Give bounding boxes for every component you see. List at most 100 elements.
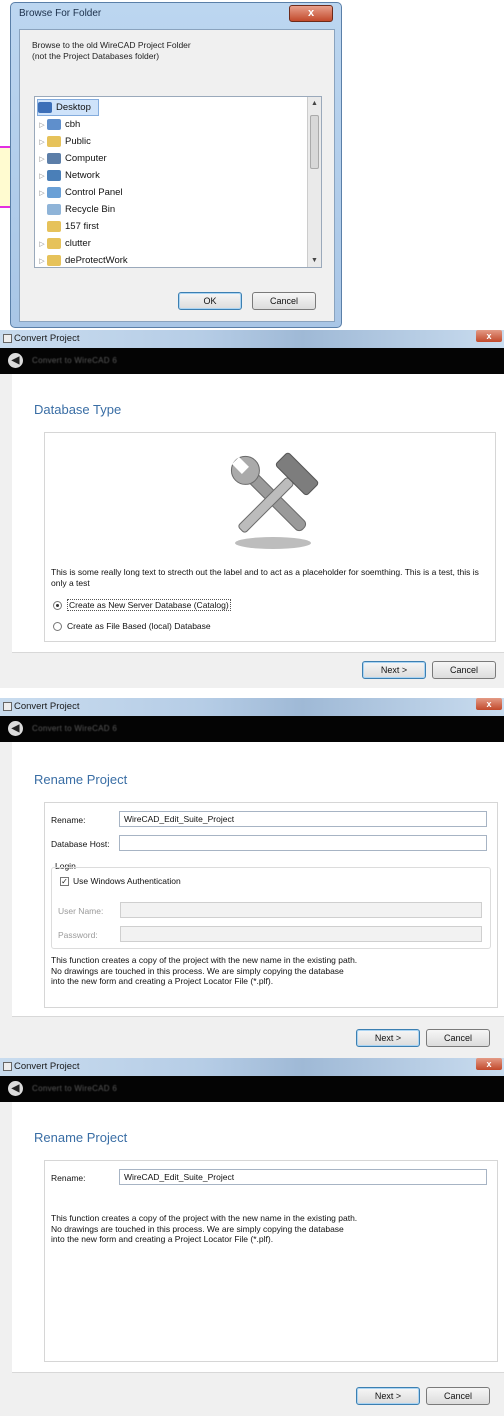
database-host-label: Database Host: bbox=[51, 839, 110, 849]
expand-arrow-icon[interactable]: ▷ bbox=[37, 189, 47, 197]
expand-arrow-icon[interactable]: ▷ bbox=[37, 138, 47, 146]
rename-input[interactable]: WireCAD_Edit_Suite_Project bbox=[119, 1169, 487, 1185]
window-title: Convert Project bbox=[14, 1061, 80, 1072]
tree-item-label: Recycle Bin bbox=[65, 204, 116, 215]
windows-auth-checkbox[interactable]: ✓ Use Windows Authentication bbox=[60, 876, 181, 886]
info-text: This function creates a copy of the proj… bbox=[51, 1213, 491, 1245]
login-groupbox: ✓ Use Windows Authentication User Name: … bbox=[51, 867, 491, 949]
convert-project-window-rename-login: Convert Project x ◀ Convert to WireCAD 6… bbox=[0, 698, 504, 1058]
back-arrow-icon[interactable]: ◀ bbox=[8, 1081, 23, 1096]
content-panel: Rename: WireCAD_Edit_Suite_Project Datab… bbox=[44, 802, 498, 1008]
info-text: This function creates a copy of the proj… bbox=[51, 955, 491, 987]
cancel-button[interactable]: Cancel bbox=[432, 661, 496, 679]
tree-item-label: Desktop bbox=[56, 102, 91, 113]
password-input[interactable] bbox=[120, 926, 482, 942]
password-label: Password: bbox=[58, 930, 98, 940]
tree-item-control-panel[interactable]: ▷ Control Panel bbox=[37, 184, 123, 201]
radio-label: Create as File Based (local) Database bbox=[67, 621, 211, 631]
banner-text: Convert to WireCAD 6 bbox=[32, 356, 118, 365]
rename-input[interactable]: WireCAD_Edit_Suite_Project bbox=[119, 811, 487, 827]
ok-button[interactable]: OK bbox=[178, 292, 242, 310]
next-button[interactable]: Next > bbox=[362, 661, 426, 679]
radio-server-database[interactable]: Create as New Server Database (Catalog) bbox=[53, 599, 231, 611]
rename-label: Rename: bbox=[51, 1173, 86, 1183]
tree-item-network[interactable]: ▷ Network bbox=[37, 167, 100, 184]
radio-file-database[interactable]: Create as File Based (local) Database bbox=[53, 621, 211, 631]
window-titlebar: Convert Project x bbox=[0, 330, 504, 348]
window-title: Convert Project bbox=[14, 701, 80, 712]
tree-item-cbh[interactable]: ▷ cbh bbox=[37, 116, 80, 133]
close-button[interactable]: x bbox=[289, 5, 333, 22]
network-icon bbox=[47, 170, 61, 181]
page-title: Rename Project bbox=[34, 1130, 128, 1145]
cancel-button[interactable]: Cancel bbox=[426, 1387, 490, 1405]
wizard-footer: Next > Cancel bbox=[12, 1016, 504, 1058]
expand-arrow-icon[interactable]: ▷ bbox=[37, 155, 47, 163]
dialog-client: Browse to the old WireCAD Project Folder… bbox=[19, 29, 335, 322]
expand-arrow-icon[interactable]: ▷ bbox=[37, 257, 47, 265]
wizard-banner: ◀ Convert to WireCAD 6 bbox=[0, 716, 504, 742]
close-button[interactable]: x bbox=[476, 1058, 502, 1070]
tree-item-label: clutter bbox=[65, 238, 91, 249]
next-button[interactable]: Next > bbox=[356, 1029, 420, 1047]
app-icon bbox=[3, 334, 12, 343]
wizard-footer: Next > Cancel bbox=[12, 1372, 504, 1416]
tree-item-label: cbh bbox=[65, 119, 81, 130]
cancel-button[interactable]: Cancel bbox=[252, 292, 316, 310]
close-button[interactable]: x bbox=[476, 698, 502, 710]
desktop-icon bbox=[38, 102, 52, 113]
tree-item-label: 157 first bbox=[65, 221, 99, 232]
wizard-banner: ◀ Convert to WireCAD 6 bbox=[0, 348, 504, 374]
expand-arrow-icon[interactable]: ▷ bbox=[37, 172, 47, 180]
user-folder-icon bbox=[47, 119, 61, 130]
folder-icon bbox=[47, 221, 61, 232]
scrollbar-thumb[interactable] bbox=[310, 115, 319, 169]
wizard-page: Rename Project Rename: WireCAD_Edit_Suit… bbox=[12, 742, 504, 1016]
tree-item-label: Computer bbox=[65, 153, 107, 164]
expand-arrow-icon[interactable]: ▷ bbox=[37, 121, 47, 129]
recycle-bin-icon bbox=[47, 204, 61, 215]
back-arrow-icon[interactable]: ◀ bbox=[8, 353, 23, 368]
wizard-page: Database Type This is some really long t… bbox=[12, 374, 504, 652]
tree-item-label: Public bbox=[65, 136, 91, 147]
checkmark-icon[interactable]: ✓ bbox=[60, 876, 69, 886]
page-title: Database Type bbox=[34, 402, 122, 417]
user-name-input[interactable] bbox=[120, 902, 482, 918]
tree-item-label: deProtectWork bbox=[65, 255, 128, 266]
content-panel: This is some really long text to strecth… bbox=[44, 432, 496, 642]
instructions: Browse to the old WireCAD Project Folder… bbox=[32, 40, 322, 62]
tree-scrollbar[interactable]: ▲ ▼ bbox=[307, 97, 321, 267]
app-icon bbox=[3, 1062, 12, 1071]
database-host-input[interactable] bbox=[119, 835, 487, 851]
tree-item-public[interactable]: ▷ Public bbox=[37, 133, 91, 150]
tree-item-label: Control Panel bbox=[65, 187, 123, 198]
magenta-bracket bbox=[0, 146, 10, 208]
folder-tree[interactable]: Desktop ▷ cbh ▷ Public ▷ Computer ▷ Netw… bbox=[34, 96, 322, 268]
info-line-2: No drawings are touched in this process.… bbox=[51, 1223, 344, 1234]
banner-text: Convert to WireCAD 6 bbox=[32, 1084, 118, 1093]
tree-item-157-first[interactable]: 157 first bbox=[47, 218, 99, 235]
tree-item-desktop[interactable]: Desktop bbox=[37, 99, 99, 116]
wizard-footer: Next > Cancel bbox=[12, 652, 504, 688]
radio-indicator[interactable] bbox=[53, 621, 62, 631]
next-button[interactable]: Next > bbox=[356, 1387, 420, 1405]
info-line-3: into the new form and creating a Project… bbox=[51, 1234, 274, 1244]
tree-item-computer[interactable]: ▷ Computer bbox=[37, 150, 107, 167]
tree-item-label: Network bbox=[65, 170, 100, 181]
close-button[interactable]: x bbox=[476, 330, 502, 342]
back-arrow-icon[interactable]: ◀ bbox=[8, 721, 23, 736]
window-titlebar: Convert Project x bbox=[0, 698, 504, 716]
radio-indicator[interactable] bbox=[53, 600, 62, 610]
cancel-button[interactable]: Cancel bbox=[426, 1029, 490, 1047]
expand-arrow-icon[interactable]: ▷ bbox=[37, 240, 47, 248]
computer-icon bbox=[47, 153, 61, 164]
tree-item-deprotectwork[interactable]: ▷ deProtectWork bbox=[37, 252, 128, 267]
scroll-down-arrow-icon[interactable]: ▼ bbox=[308, 254, 321, 267]
tree-item-clutter[interactable]: ▷ clutter bbox=[37, 235, 91, 252]
app-icon bbox=[3, 702, 12, 711]
info-line-1: This function creates a copy of the proj… bbox=[51, 1213, 358, 1223]
control-panel-icon bbox=[47, 187, 61, 198]
tree-item-recycle-bin[interactable]: Recycle Bin bbox=[47, 201, 115, 218]
scroll-up-arrow-icon[interactable]: ▲ bbox=[308, 97, 321, 110]
folder-icon bbox=[47, 136, 61, 147]
